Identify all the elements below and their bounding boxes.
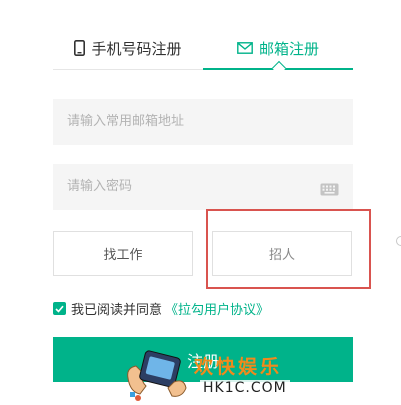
envelope-icon <box>237 42 253 54</box>
job-seeker-label: 找工作 <box>103 248 143 263</box>
agreement-checkbox[interactable] <box>53 302 66 315</box>
tab-phone-label: 手机号码注册 <box>91 39 182 58</box>
tab-phone-register[interactable]: 手机号码注册 <box>53 26 203 70</box>
email-placeholder: 请输入常用邮箱地址 <box>67 114 185 129</box>
register-tabs: 手机号码注册 邮箱注册 <box>53 26 353 70</box>
register-button[interactable]: 注册 <box>53 337 353 382</box>
edge-circle <box>396 236 401 246</box>
job-seeker-button[interactable]: 找工作 <box>53 231 193 276</box>
user-agreement-link[interactable]: 《拉勾用户协议》 <box>165 299 269 318</box>
email-input[interactable]: 请输入常用邮箱地址 <box>53 99 353 145</box>
password-placeholder: 请输入密码 <box>67 179 133 194</box>
highlight-box <box>206 209 371 289</box>
phone-icon <box>74 40 86 56</box>
watermark-latin: HK1C.COM <box>200 380 290 396</box>
tab-email-label: 邮箱注册 <box>258 39 319 58</box>
register-button-label: 注册 <box>186 351 219 371</box>
agreement-row: 我已阅读并同意 《拉勾用户协议》 <box>53 299 269 318</box>
agreement-text: 我已阅读并同意 <box>71 303 163 318</box>
keyboard-icon[interactable] <box>320 181 339 200</box>
password-input[interactable]: 请输入密码 <box>53 164 353 210</box>
